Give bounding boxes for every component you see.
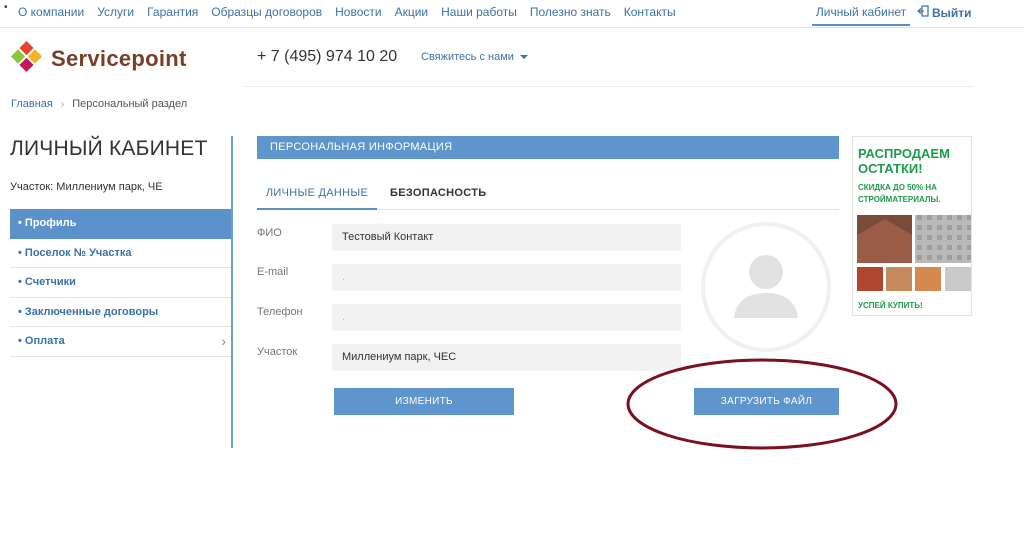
tab-security[interactable]: БЕЗОПАСНОСТЬ	[390, 187, 486, 199]
logo-text: Servicepoint	[51, 46, 187, 71]
tab-bar: ЛИЧНЫЕ ДАННЫЕ БЕЗОПАСНОСТЬ	[257, 178, 839, 210]
plot-field[interactable]: Миллениум парк, ЧЕС	[332, 344, 681, 371]
breadcrumb-separator: ›	[60, 98, 65, 110]
top-navigation: • О компании Услуги Гарантия Образцы дог…	[0, 0, 1024, 26]
user-placeholder-icon	[734, 255, 798, 318]
ad-cta: УСПЕЙ КУПИТЬ!	[858, 301, 923, 310]
ad-subheadline: СКИДКА ДО 50% НА СТРОЙМАТЕРИАЛЫ.	[858, 183, 941, 204]
logout-label: Выйти	[932, 5, 972, 20]
nav-item-useful[interactable]: Полезно знать	[530, 5, 611, 19]
ad-banner[interactable]: РАСПРОДАЕМ ОСТАТКИ! СКИДКА ДО 50% НА СТР…	[852, 136, 972, 316]
phone-number: + 7 (495) 974 10 20	[257, 48, 398, 65]
tab-personal-data[interactable]: ЛИЧНЫЕ ДАННЫЕ	[257, 187, 377, 210]
edit-button[interactable]: ИЗМЕНИТЬ	[334, 388, 514, 415]
nav-item-news[interactable]: Новости	[335, 5, 381, 19]
sidebar-item-label: • Счетчики	[18, 276, 76, 288]
phone-field[interactable]: .	[332, 304, 681, 331]
contact-label: Свяжитесь с нами	[421, 51, 514, 63]
nav-item-about[interactable]: О компании	[18, 5, 84, 19]
logo[interactable]: Servicepoint	[10, 40, 187, 78]
sidebar-item-profile[interactable]: • Профиль	[10, 209, 232, 239]
breadcrumb: Главная › Персональный раздел	[11, 98, 187, 110]
chevron-right-icon: ›	[221, 333, 226, 349]
sidebar-divider	[231, 136, 233, 448]
section-header: ПЕРСОНАЛЬНАЯ ИНФОРМАЦИЯ	[257, 136, 839, 159]
top-menu: О компании Услуги Гарантия Образцы догов…	[18, 5, 676, 19]
bullet-icon: •	[4, 2, 8, 13]
sidebar-item-meters[interactable]: • Счетчики	[10, 268, 232, 298]
sidebar-item-label: • Профиль	[18, 217, 77, 229]
sidebar-item-settlement[interactable]: • Поселок № Участка	[10, 239, 232, 268]
sidebar-item-payment[interactable]: • Оплата ›	[10, 327, 232, 357]
fio-label: ФИО	[257, 227, 282, 239]
nav-item-our-works[interactable]: Наши работы	[441, 5, 517, 19]
fio-field[interactable]: Тестовый Контакт	[332, 224, 681, 251]
sidebar-item-label: • Поселок № Участка	[18, 246, 132, 259]
contact-dropdown[interactable]: Свяжитесь с нами	[421, 51, 528, 63]
sidebar-item-contracts[interactable]: • Заключенные договоры	[10, 298, 232, 327]
nav-item-promotions[interactable]: Акции	[395, 5, 429, 19]
ad-image	[857, 215, 971, 291]
avatar	[701, 222, 831, 352]
nav-item-warranty[interactable]: Гарантия	[147, 5, 198, 19]
nav-item-services[interactable]: Услуги	[97, 5, 134, 19]
sidebar-item-label: • Оплата	[18, 335, 65, 347]
plot-label: Участок	[257, 346, 298, 358]
plot-info: Участок: Миллениум парк, ЧЕ	[10, 181, 163, 193]
top-divider	[0, 27, 1024, 28]
page: • О компании Услуги Гарантия Образцы дог…	[0, 0, 1024, 551]
header-divider	[244, 86, 974, 87]
sidebar-menu: • Профиль • Поселок № Участка • Счетчики…	[10, 209, 232, 357]
email-label: E-mail	[257, 266, 289, 278]
chevron-down-icon	[519, 55, 528, 59]
ad-headline: РАСПРОДАЕМ ОСТАТКИ!	[858, 146, 950, 176]
breadcrumb-current: Персональный раздел	[72, 98, 188, 110]
breadcrumb-home[interactable]: Главная	[11, 98, 53, 110]
personal-cabinet-link[interactable]: Личный кабинет	[812, 0, 910, 26]
sidebar-item-label: • Заключенные договоры	[18, 305, 159, 318]
upload-file-button[interactable]: ЗАГРУЗИТЬ ФАЙЛ	[694, 388, 839, 415]
nav-item-contract-samples[interactable]: Образцы договоров	[211, 5, 322, 19]
logout-button[interactable]: Выйти	[917, 5, 972, 20]
phone-label: Телефон	[257, 306, 303, 318]
logo-icon	[10, 40, 43, 78]
logout-icon	[917, 5, 929, 20]
email-field[interactable]: .	[332, 264, 681, 291]
nav-item-contacts[interactable]: Контакты	[624, 5, 676, 19]
page-title: ЛИЧНЫЙ КАБИНЕТ	[10, 137, 208, 160]
